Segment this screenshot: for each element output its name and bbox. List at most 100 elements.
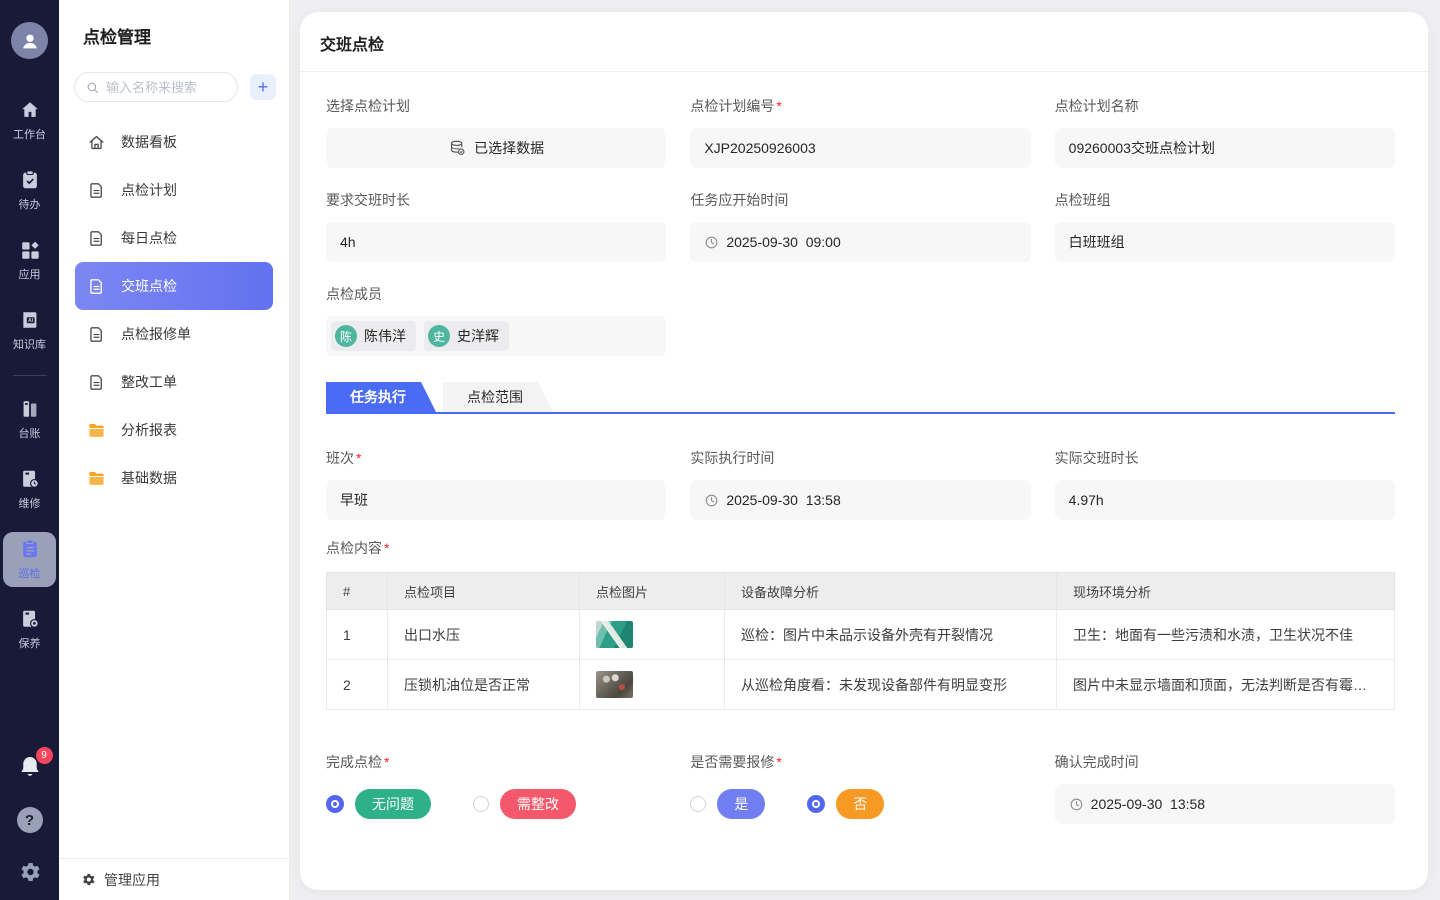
start-time-input[interactable]: 2025-09-30 09:00	[690, 222, 1030, 262]
completion-radio-group: 无问题 需整改	[326, 784, 666, 824]
members-input[interactable]: 陈 陈伟洋 史 史洋辉	[326, 316, 666, 356]
cell-index: 1	[327, 610, 388, 660]
clock-icon	[1069, 797, 1084, 812]
inspection-table: # 点检项目 点检图片 设备故障分析 现场环境分析 1 出口水压 巡检：图片中未…	[326, 572, 1395, 710]
cell-env-analysis: 卫生：地面有一些污渍和水渍，卫生状况不佳	[1057, 610, 1395, 660]
sidebar-item-base-data[interactable]: 基础数据	[75, 454, 273, 502]
member-chip[interactable]: 陈 陈伟洋	[331, 321, 416, 351]
sidebar-item-inspection-plan[interactable]: 点检计划	[75, 166, 273, 214]
book-clock-icon	[19, 468, 41, 490]
rail-item-label: 巡检	[19, 565, 41, 581]
radio-option-no-problem[interactable]: 无问题	[326, 789, 431, 819]
radio-option-yes[interactable]: 是	[690, 789, 765, 819]
needs-rectification-pill[interactable]: 需整改	[500, 789, 576, 819]
rail-item-label: 台账	[19, 425, 41, 441]
col-header-index: #	[327, 573, 388, 610]
start-time-value: 2025-09-30 09:00	[726, 234, 840, 250]
sidebar-title: 点检管理	[59, 0, 289, 48]
rail-item-inspection-selected[interactable]: 巡检	[3, 532, 56, 587]
field-select-plan: 选择点检计划 已选择数据	[326, 96, 666, 168]
module-sidebar: 点检管理 + 数据看板 点检计划 每日点检 交班点检 点检报修单	[59, 0, 290, 900]
field-label: 实际执行时间	[690, 448, 1030, 468]
rail-item-knowledge[interactable]: 知识库	[3, 303, 56, 358]
confirm-time-input[interactable]: 2025-09-30 13:58	[1055, 784, 1395, 824]
settings-gear-icon[interactable]	[18, 860, 42, 884]
rail-item-todo[interactable]: 待办	[3, 163, 56, 218]
sidebar-item-label: 数据看板	[121, 132, 177, 152]
sidebar-item-repair-order[interactable]: 点检报修单	[75, 310, 273, 358]
field-label: 实际交班时长	[1055, 448, 1395, 468]
tab-task-execution[interactable]: 任务执行	[326, 382, 436, 412]
rail-item-ledger[interactable]: 台账	[3, 392, 56, 447]
field-label: 点检成员	[326, 284, 666, 304]
rail-item-apps[interactable]: 应用	[3, 233, 56, 288]
team-input[interactable]: 白班班组	[1055, 222, 1395, 262]
sidebar-item-analysis-reports[interactable]: 分析报表	[75, 406, 273, 454]
shift-input[interactable]: 早班	[326, 480, 666, 520]
table-header-row: # 点检项目 点检图片 设备故障分析 现场环境分析	[327, 573, 1395, 610]
clipboard-check-icon	[19, 169, 41, 191]
field-label: 点检计划名称	[1055, 96, 1395, 116]
manage-apps-button[interactable]: 管理应用	[59, 858, 289, 900]
sidebar-item-daily-inspection[interactable]: 每日点检	[75, 214, 273, 262]
field-label: 点检计划编号	[690, 98, 774, 114]
inspection-photo-thumbnail[interactable]	[596, 621, 633, 648]
sidebar-item-dashboard[interactable]: 数据看板	[75, 118, 273, 166]
table-row: 2 压锁机油位是否正常 从巡检角度看：未发现设备部件有明显变形 图片中未显示墙面…	[327, 660, 1395, 710]
sidebar-item-rectification-order[interactable]: 整改工单	[75, 358, 273, 406]
confirm-time-value: 2025-09-30 13:58	[1091, 796, 1205, 812]
tab-inspection-scope[interactable]: 点检范围	[443, 382, 553, 412]
radio-unchecked-icon[interactable]	[473, 796, 489, 812]
radio-checked-icon[interactable]	[807, 795, 825, 813]
rail-item-workbench[interactable]: 工作台	[3, 93, 56, 148]
field-actual-duration: 实际交班时长 4.97h	[1055, 448, 1395, 520]
sidebar-item-shift-inspection-selected[interactable]: 交班点检	[75, 262, 273, 310]
yes-pill[interactable]: 是	[717, 789, 765, 819]
gear-icon	[81, 872, 96, 887]
clock-icon	[704, 493, 719, 508]
col-header-item: 点检项目	[388, 573, 580, 610]
app-rail: 工作台 待办 应用 知识库 台账 维修 巡检 保养 9 ?	[0, 0, 59, 900]
user-avatar[interactable]	[11, 22, 48, 59]
no-problem-pill[interactable]: 无问题	[355, 789, 431, 819]
page-title: 交班点检	[300, 12, 1428, 72]
add-button[interactable]: +	[250, 74, 276, 100]
plan-name-input[interactable]: 09260003交班点检计划	[1055, 128, 1395, 168]
plan-name-value: 09260003交班点检计划	[1069, 138, 1215, 158]
radio-unchecked-icon[interactable]	[690, 796, 706, 812]
ledger-books-icon	[19, 398, 41, 420]
radio-checked-icon[interactable]	[326, 795, 344, 813]
shift-value: 早班	[340, 490, 368, 510]
member-avatar: 史	[428, 325, 450, 347]
dashboard-icon	[87, 133, 106, 152]
field-label: 班次	[326, 450, 354, 466]
search-box[interactable]	[74, 72, 238, 102]
cell-index: 2	[327, 660, 388, 710]
inspection-photo-thumbnail[interactable]	[596, 671, 633, 698]
radio-option-no[interactable]: 否	[807, 789, 884, 819]
form-card: 交班点检 选择点检计划 已选择数据 点检计划编号 * XJP20250926003…	[300, 12, 1428, 890]
document-icon	[87, 229, 106, 248]
sidebar-item-label: 基础数据	[121, 468, 177, 488]
plan-no-input[interactable]: XJP20250926003	[690, 128, 1030, 168]
field-label: 是否需要报修	[690, 754, 774, 770]
field-team: 点检班组 白班班组	[1055, 190, 1395, 262]
help-button[interactable]: ?	[17, 807, 43, 833]
rail-item-maintenance[interactable]: 保养	[3, 602, 56, 657]
radio-option-needs-rectification[interactable]: 需整改	[473, 789, 576, 819]
member-chip[interactable]: 史 史洋辉	[424, 321, 509, 351]
required-asterisk: *	[384, 754, 389, 770]
search-input[interactable]	[106, 80, 227, 95]
sidebar-item-label: 点检计划	[121, 180, 177, 200]
question-icon: ?	[25, 812, 34, 829]
actual-duration-input[interactable]: 4.97h	[1055, 480, 1395, 520]
selected-data-button[interactable]: 已选择数据	[326, 128, 666, 168]
plan-no-value: XJP20250926003	[704, 140, 815, 156]
no-pill[interactable]: 否	[836, 789, 884, 819]
notifications-button[interactable]: 9	[17, 754, 43, 780]
actual-time-input[interactable]: 2025-09-30 13:58	[690, 480, 1030, 520]
rail-item-repair[interactable]: 维修	[3, 462, 56, 517]
main-area: 交班点检 选择点检计划 已选择数据 点检计划编号 * XJP20250926003…	[290, 0, 1440, 900]
clipboard-list-icon	[19, 538, 41, 560]
required-duration-input[interactable]: 4h	[326, 222, 666, 262]
